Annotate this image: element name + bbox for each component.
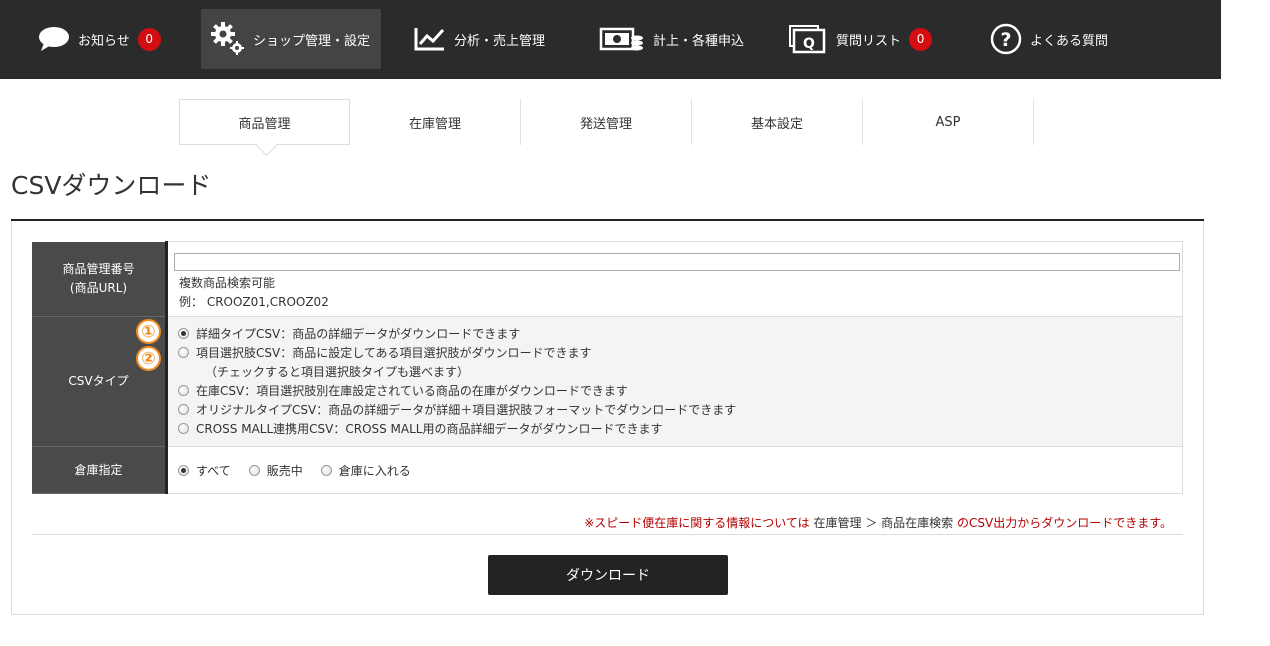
tab-basic-settings[interactable]: 基本設定 — [692, 99, 863, 145]
svg-text:?: ? — [1000, 29, 1011, 51]
speed-delivery-notice: ※スピード便在庫に関する情報については 在庫管理 ＞ 商品在庫検索 のCSV出力… — [584, 516, 1172, 530]
sub-navigation: 商品管理 在庫管理 発送管理 基本設定 ASP — [179, 99, 1034, 145]
warehouse-row: 倉庫指定 すべて 販売中 倉庫に入れる — [32, 446, 1183, 494]
product-no-input[interactable] — [174, 253, 1180, 271]
warehouse-stored-label: 倉庫に入れる — [338, 463, 411, 478]
csv-type-option-detail[interactable]: 詳細タイプCSV：商品の詳細データがダウンロードできます — [178, 324, 1181, 343]
question-list-icon: Q — [788, 24, 828, 54]
product-no-row: 商品管理番号 (商品URL) 複数商品検索可能 例： CROOZ01,CROOZ… — [32, 241, 1183, 317]
radio-button[interactable] — [178, 347, 189, 358]
top-navigation-bar: お知らせ 0 ショップ管理・設定 分析・売上管理 計上・各種申込 Q 質問リスト… — [0, 0, 1221, 79]
nav-shop-settings-label: ショップ管理・設定 — [253, 33, 371, 49]
warehouse-selling-radio[interactable] — [248, 464, 260, 476]
nav-faq-label: よくある質問 — [1030, 33, 1109, 49]
news-count-badge: 0 — [137, 27, 161, 51]
product-no-hint: 複数商品検索可能 — [179, 276, 276, 290]
warehouse-stored-radio[interactable] — [320, 464, 332, 476]
csv-type-option-crossmall[interactable]: CROSS MALL連携用CSV：CROSS MALL用の商品詳細データがダウン… — [178, 419, 1181, 438]
product-no-example: 例： CROOZ01,CROOZ02 — [179, 295, 329, 309]
nav-billing-label: 計上・各種申込 — [653, 33, 745, 49]
nav-analytics[interactable]: 分析・売上管理 — [414, 9, 545, 69]
tab-product-management[interactable]: 商品管理 — [179, 99, 350, 145]
nav-faq[interactable]: ? よくある質問 — [990, 9, 1108, 69]
csv-type-row: CSVタイプ 詳細タイプCSV：商品の詳細データがダウンロードできます 項目選択… — [32, 316, 1183, 447]
radio-button[interactable] — [178, 404, 189, 415]
question-count-badge: 0 — [909, 27, 933, 51]
nav-question-list-label: 質問リスト — [836, 33, 902, 49]
tab-shipping-management[interactable]: 発送管理 — [521, 99, 692, 145]
warehouse-selling-label: 販売中 — [266, 463, 303, 478]
csv-type-option-choice[interactable]: 項目選択肢CSV：商品に設定してある項目選択肢がダウンロードできます — [178, 343, 1181, 362]
csv-type-option-choice-note: （チェックすると項目選択肢タイプも選べます） — [205, 365, 470, 379]
notice-divider — [32, 534, 1183, 535]
marker-1: ① — [136, 319, 161, 344]
help-circle-icon: ? — [990, 23, 1022, 55]
csv-type-option-original[interactable]: オリジナルタイプCSV：商品の詳細データが詳細＋項目選択肢フォーマットでダウンロ… — [178, 400, 1181, 419]
speech-bubble-icon — [38, 26, 70, 52]
money-icon — [599, 24, 645, 54]
warehouse-label: 倉庫指定 — [32, 446, 168, 494]
product-no-label: 商品管理番号 (商品URL) — [32, 241, 168, 317]
radio-button[interactable] — [178, 385, 189, 396]
gears-icon — [211, 22, 245, 56]
csv-download-form: 商品管理番号 (商品URL) 複数商品検索可能 例： CROOZ01,CROOZ… — [32, 241, 1183, 494]
page-title: CSVダウンロード — [11, 171, 212, 200]
tab-asp[interactable]: ASP — [863, 99, 1034, 145]
nav-billing[interactable]: 計上・各種申込 — [599, 9, 744, 69]
download-button[interactable]: ダウンロード — [488, 555, 728, 595]
warehouse-all-label: すべて — [196, 463, 231, 478]
radio-button[interactable] — [178, 328, 189, 339]
line-chart-icon — [414, 26, 446, 52]
nav-news-label: お知らせ — [78, 33, 130, 49]
nav-shop-settings[interactable]: ショップ管理・設定 — [201, 9, 381, 69]
warehouse-all-radio[interactable] — [178, 464, 189, 476]
radio-button[interactable] — [178, 423, 189, 434]
tab-stock-management[interactable]: 在庫管理 — [350, 99, 521, 145]
csv-type-option-stock[interactable]: 在庫CSV：項目選択肢別在庫設定されている商品の在庫がダウンロードできます — [178, 381, 1181, 400]
stock-search-link[interactable]: 在庫管理 ＞ 商品在庫検索 — [814, 516, 954, 530]
marker-2: ② — [136, 346, 161, 371]
nav-question-list[interactable]: Q 質問リスト 0 — [788, 9, 933, 69]
nav-news[interactable]: お知らせ 0 — [38, 9, 161, 69]
svg-text:Q: Q — [803, 36, 815, 52]
nav-analytics-label: 分析・売上管理 — [454, 33, 546, 49]
